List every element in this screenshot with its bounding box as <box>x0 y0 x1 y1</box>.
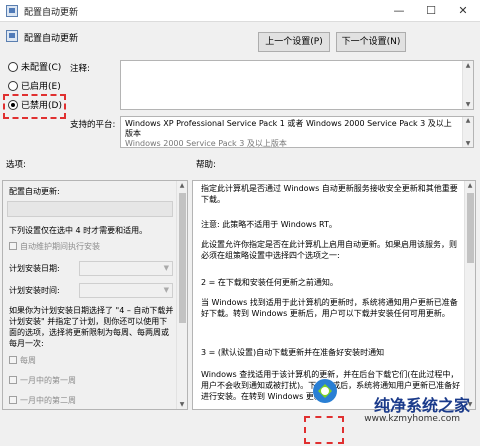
comment-textarea[interactable]: ▲ ▼ <box>120 60 474 110</box>
maximize-button[interactable]: ☐ <box>416 2 446 20</box>
supported-line2: 版本 <box>125 129 141 138</box>
scroll-down-icon[interactable]: ▼ <box>463 140 473 147</box>
help-panel: 指定此计算机是否通过 Windows 自动更新服务接收安全更新和其他重要下载。 … <box>192 180 476 410</box>
watermark-url: www.kzmyhome.com <box>364 414 460 424</box>
supported-line1: Windows XP Professional Service Pack 1 或… <box>125 119 452 128</box>
scroll-thumb[interactable] <box>467 193 474 263</box>
minimize-button[interactable]: — <box>384 2 414 20</box>
scroll-down-icon[interactable]: ▼ <box>177 401 187 408</box>
help-label: 帮助: <box>196 160 216 170</box>
radio-circle[interactable] <box>8 100 18 110</box>
chevron-down-icon: ▼ <box>163 264 169 272</box>
scroll-up-icon[interactable]: ▲ <box>463 62 473 69</box>
maint-checkbox-row[interactable]: 自动维护期间执行安装 <box>9 241 100 252</box>
help-paragraph: 当 Windows 找到适用于此计算机的更新时，系统将通知用户更新已准备好下载。… <box>201 298 458 318</box>
comment-label: 注释: <box>70 64 90 74</box>
radio-enabled[interactable]: 已启用(E) <box>8 81 61 95</box>
site-logo-icon <box>312 378 338 404</box>
supported-platforms-box: Windows XP Professional Service Pack 1 或… <box>120 116 474 148</box>
radio-label: 已启用(E) <box>21 82 61 92</box>
install-time-label: 计划安装时间: <box>9 286 60 295</box>
checkbox[interactable] <box>9 376 17 384</box>
radio-label: 已禁用(D) <box>21 101 62 111</box>
radio-circle[interactable] <box>8 62 18 72</box>
radio-disabled[interactable]: 已禁用(D) <box>8 100 62 114</box>
scroll-up-icon[interactable]: ▲ <box>463 117 473 124</box>
second-week-checkbox-row[interactable]: 一月中的第二周 <box>9 395 76 406</box>
setting-title: 配置自动更新 <box>24 34 79 44</box>
chevron-down-icon: ▼ <box>163 286 169 294</box>
radio-label: 未配置(C) <box>21 63 62 73</box>
configure-dropdown[interactable] <box>7 201 173 217</box>
checkbox-label: 每周 <box>20 356 36 365</box>
options-info: 如果你为计划安装日期选择了 "4 – 自动下载并计划安装" 并指定了计划，则你还… <box>9 306 174 348</box>
radio-not-configured[interactable]: 未配置(C) <box>8 62 61 76</box>
install-day-dropdown[interactable]: ▼ <box>79 261 173 276</box>
checkbox[interactable] <box>9 242 17 250</box>
install-day-label: 计划安装日期: <box>9 264 60 273</box>
help-scrollbar[interactable]: ▲ ▼ <box>464 181 475 409</box>
radio-circle[interactable] <box>8 81 18 91</box>
help-paragraph: 此设置允许你指定是否在此计算机上启用自动更新。如果启用该服务，则必须在组策略设置… <box>201 240 457 260</box>
close-button[interactable]: ✕ <box>448 2 478 20</box>
supported-label: 支持的平台: <box>70 120 116 130</box>
checkbox[interactable] <box>9 356 17 364</box>
options-panel: 配置自动更新: 下列设置仅在选中 4 时才需要和适用。 自动维护期间执行安装 计… <box>2 180 188 410</box>
policy-icon <box>6 5 18 17</box>
checkbox-label: 一月中的第一周 <box>20 376 76 385</box>
window-title: 配置自动更新 <box>24 8 79 18</box>
scroll-down-icon[interactable]: ▼ <box>463 101 473 108</box>
comment-scrollbar[interactable]: ▲ ▼ <box>462 61 473 109</box>
previous-setting-button[interactable]: 上一个设置(P) <box>258 32 330 52</box>
setting-icon <box>6 30 18 42</box>
ok-highlight-box <box>304 416 344 444</box>
help-paragraph: 2 = 在下载和安装任何更新之前通知。 <box>201 278 338 287</box>
options-scrollbar[interactable]: ▲ ▼ <box>176 181 187 409</box>
help-paragraph: 指定此计算机是否通过 Windows 自动更新服务接收安全更新和其他重要下载。 <box>201 184 458 204</box>
configure-label: 配置自动更新: <box>9 187 60 196</box>
first-week-checkbox-row[interactable]: 一月中的第一周 <box>9 375 76 386</box>
help-paragraph: 注意: 此策略不适用于 Windows RT。 <box>201 220 337 229</box>
watermark-text: 纯净系统之家 <box>373 396 470 415</box>
supported-scrollbar[interactable]: ▲ ▼ <box>462 117 473 147</box>
next-setting-button[interactable]: 下一个设置(N) <box>336 32 406 52</box>
weekly-checkbox-row[interactable]: 每周 <box>9 355 36 366</box>
supported-line3: Windows 2000 Service Pack 3 及以上版本 <box>125 139 287 148</box>
help-paragraph: 3 = (默认设置)自动下载更新并在准备好安装时通知 <box>201 348 385 357</box>
install-time-dropdown[interactable]: ▼ <box>79 283 173 298</box>
options-label: 选项: <box>6 160 26 170</box>
scroll-thumb[interactable] <box>179 193 186 323</box>
checkbox[interactable] <box>9 396 17 404</box>
checkbox-label: 自动维护期间执行安装 <box>20 242 100 251</box>
scroll-up-icon[interactable]: ▲ <box>177 182 187 189</box>
scroll-up-icon[interactable]: ▲ <box>465 182 475 189</box>
checkbox-label: 一月中的第二周 <box>20 396 76 405</box>
options-note: 下列设置仅在选中 4 时才需要和适用。 <box>9 226 148 235</box>
